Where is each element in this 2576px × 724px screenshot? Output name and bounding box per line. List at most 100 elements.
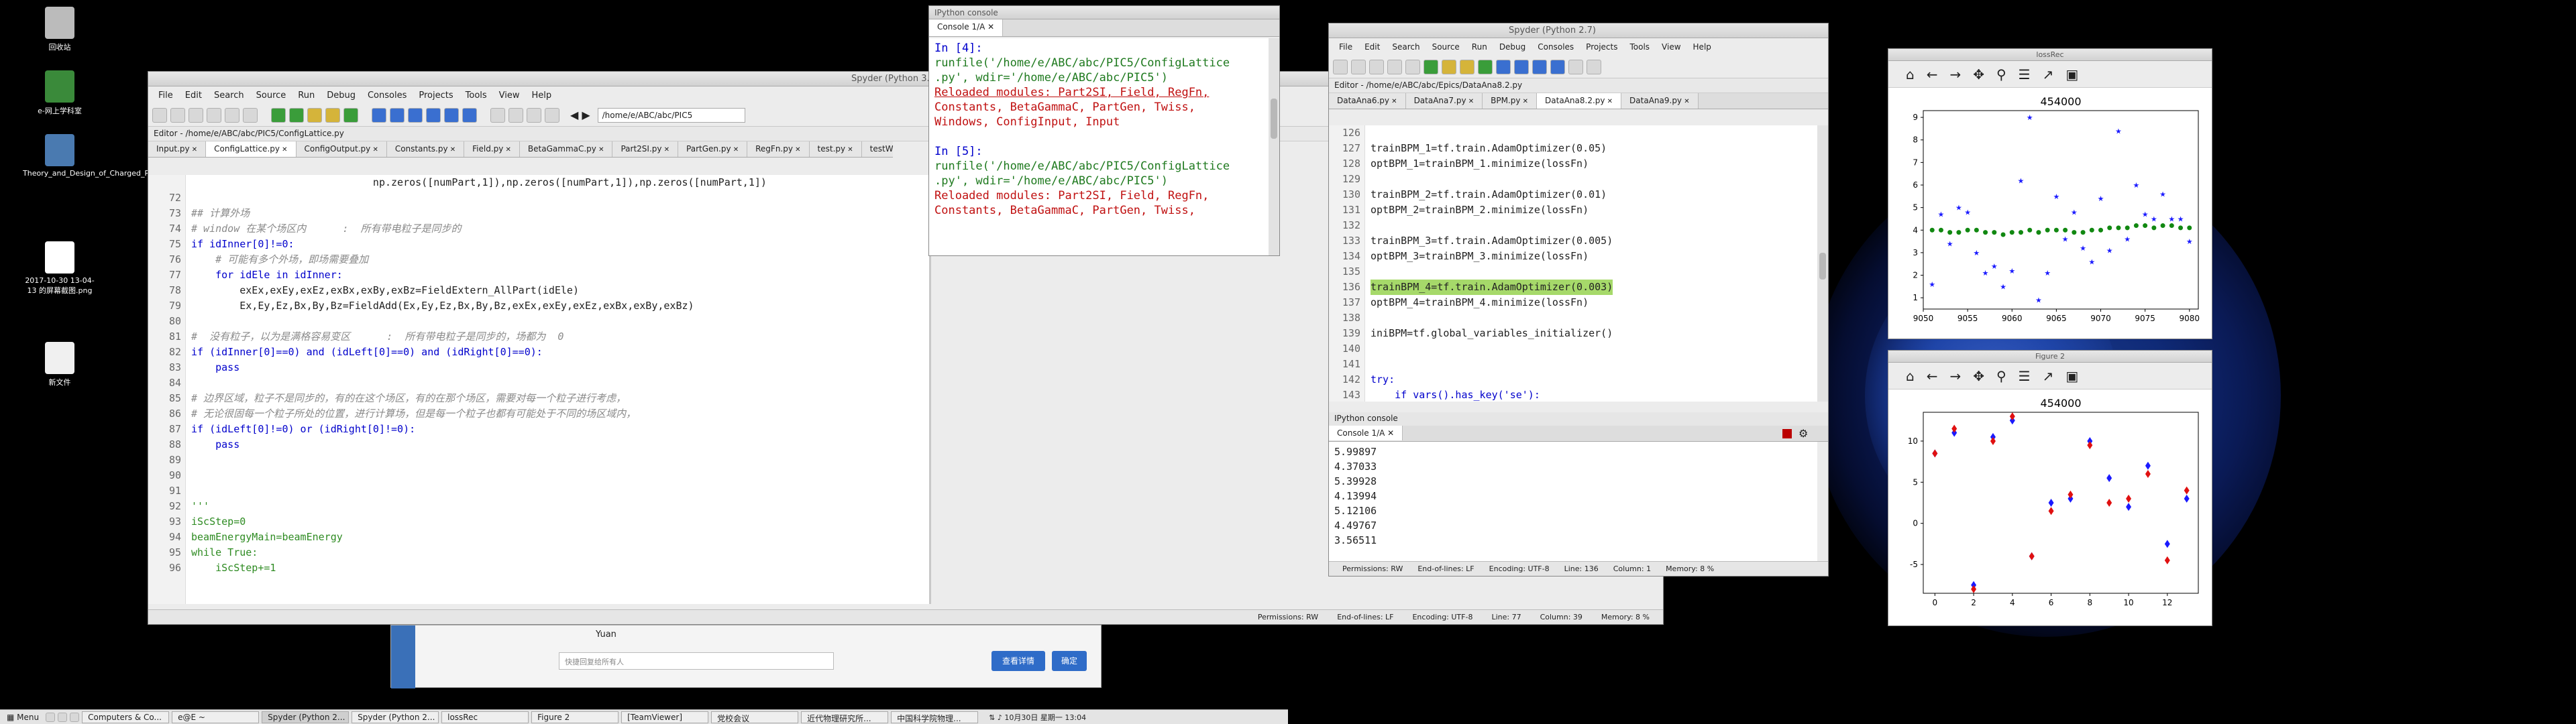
working-directory-field[interactable]: /home/e/ABC/abc/PIC5 <box>597 107 745 123</box>
stop-console-icon[interactable] <box>1782 429 1792 438</box>
menu-item[interactable]: Help <box>1687 42 1717 52</box>
menu-item[interactable]: Tools <box>1623 42 1656 52</box>
run-icon[interactable] <box>1424 59 1438 74</box>
editor-tab[interactable]: testWindow ✕ <box>861 141 893 157</box>
editor-tab[interactable]: BetaGammaC.py ✕ <box>519 141 613 157</box>
back-arrow-icon[interactable]: ← <box>1927 66 1938 82</box>
maximize-pane-icon[interactable] <box>1568 59 1583 74</box>
step-icon[interactable] <box>390 107 405 123</box>
taskbar-button[interactable]: Spyder (Python 2... <box>352 711 439 723</box>
console-tab[interactable]: Console 1/A ✕ <box>929 19 1004 36</box>
start-menu-button[interactable]: ▦ Menu <box>3 713 43 722</box>
pan-icon[interactable]: ✥ <box>1973 66 1984 82</box>
desktop-icon[interactable]: Theory_and_Design_of_Charged_Particle_[R… <box>23 134 254 178</box>
debug-icon[interactable] <box>372 107 386 123</box>
rerun-icon[interactable] <box>1478 59 1493 74</box>
menu-item[interactable]: Help <box>526 90 558 101</box>
menu-item[interactable]: View <box>493 90 526 101</box>
editor-tab[interactable]: Input.py ✕ <box>148 141 207 157</box>
step-icon[interactable] <box>1514 59 1529 74</box>
taskbar-button[interactable]: Figure 2 <box>531 711 619 723</box>
editor-tab[interactable]: test.py ✕ <box>809 141 862 157</box>
figure-titlebar[interactable]: lossRec <box>1888 49 2212 61</box>
new-file-icon[interactable] <box>152 107 167 123</box>
figure-window-figure2[interactable]: Figure 2 ⌂ ← → ✥ ⚲ ☰ ↗ ▣ 454000 0 2 4 6 8 10 12 -5 0 5 10 <box>1888 350 2212 626</box>
close-icon[interactable]: ✕ <box>190 146 197 154</box>
desktop-icon[interactable]: 新文件 <box>23 342 97 387</box>
step-into-icon[interactable] <box>408 107 423 123</box>
editor-tab[interactable]: Part2SI.py ✕ <box>612 141 679 157</box>
console-output[interactable]: 5.99897 4.37033 5.39928 4.13994 5.12106 4.497… <box>1329 442 1817 561</box>
stop-debug-icon[interactable] <box>462 107 477 123</box>
editor-tab[interactable]: ConfigOutput.py ✕ <box>296 141 387 157</box>
pan-icon[interactable]: ✥ <box>1973 368 1984 384</box>
close-icon[interactable]: ✕ <box>596 146 604 154</box>
menu-item[interactable]: File <box>152 90 179 101</box>
chat-popup[interactable]: Yuan 快捷回复给所有人 查看详情 确定 <box>390 625 1102 688</box>
code-editor[interactable]: 126 127 128 129 130 131 132 133 134 135 136 137 138 1… <box>1329 125 1817 402</box>
back-arrow-icon[interactable]: ← <box>1927 368 1938 384</box>
python-path-icon[interactable] <box>545 107 559 123</box>
new-file-icon[interactable] <box>1333 59 1348 74</box>
save-all-icon[interactable] <box>207 107 221 123</box>
menu-item[interactable]: Debug <box>321 90 362 101</box>
spyder-window-right[interactable]: Spyder (Python 2.7) File Edit Search Source… <box>1328 23 1829 577</box>
continue-icon[interactable] <box>444 107 459 123</box>
menu-item[interactable]: Source <box>250 90 292 101</box>
window-titlebar[interactable]: Spyder (Python 2.7) <box>1329 23 1828 38</box>
subplots-icon[interactable]: ☰ <box>2019 368 2031 384</box>
save-icon[interactable] <box>189 107 203 123</box>
taskbar-button[interactable]: 中国科学院物理... <box>891 711 979 723</box>
menu-item[interactable]: Edit <box>179 90 208 101</box>
close-icon[interactable]: ✕ <box>1389 98 1397 105</box>
close-icon[interactable]: ✕ <box>280 146 287 154</box>
close-icon[interactable]: ✕ <box>845 146 853 154</box>
editor-tab[interactable]: BPM.py ✕ <box>1483 93 1538 109</box>
edit-axes-icon[interactable]: ↗ <box>2043 66 2054 82</box>
continue-icon[interactable] <box>1532 59 1547 74</box>
editor-tab[interactable]: DataAna8.2.py ✕ <box>1537 93 1622 109</box>
run-icon[interactable] <box>271 107 286 123</box>
editor-tab[interactable]: DataAna7.py ✕ <box>1405 93 1483 109</box>
close-icon[interactable]: ✕ <box>448 146 455 154</box>
desktop-icon[interactable]: 2017-10-30 13-04-13 的屏幕截图.png <box>23 241 97 296</box>
show-desktop-icon[interactable] <box>46 712 56 722</box>
clock[interactable]: 10月30日 星期一 13:04 <box>1004 713 1086 722</box>
console-output[interactable]: In [4]: runfile('/home/e/ABC/abc/PIC5/Con… <box>929 38 1269 255</box>
taskbar-button[interactable]: 近代物理研究所... <box>801 711 889 723</box>
menu-item[interactable]: Tools <box>460 90 493 101</box>
close-icon[interactable]: ✕ <box>661 146 669 154</box>
email-icon[interactable] <box>243 107 258 123</box>
editor-tab[interactable]: Constants.py ✕ <box>386 141 465 157</box>
save-icon[interactable]: ▣ <box>2065 66 2078 82</box>
taskbar-button[interactable]: Spyder (Python 2... <box>262 711 350 723</box>
rerun-icon[interactable] <box>343 107 358 123</box>
menu-item[interactable]: Run <box>1466 42 1493 52</box>
save-all-icon[interactable] <box>1387 59 1402 74</box>
menu-item[interactable]: Debug <box>1493 42 1532 52</box>
code-editor[interactable]: 72 73 74 75 76 77 78 79 80 81 82 83 84 85 86 87 88 89 90 91… <box>148 175 929 604</box>
close-icon[interactable]: ✕ <box>1387 428 1394 438</box>
stop-debug-icon[interactable] <box>1550 59 1565 74</box>
taskbar-button[interactable]: 党校会议 <box>711 711 799 723</box>
zoom-icon[interactable]: ⚲ <box>1996 66 2006 82</box>
close-icon[interactable]: ✕ <box>1682 98 1689 105</box>
menu-item[interactable]: Source <box>1426 42 1466 52</box>
save-icon[interactable] <box>1369 59 1384 74</box>
home-icon[interactable]: ⌂ <box>1906 368 1915 384</box>
menu-item[interactable]: View <box>1656 42 1686 52</box>
open-file-icon[interactable] <box>1351 59 1366 74</box>
desktop-icon[interactable]: e-网上学科室 <box>23 70 97 116</box>
menu-item[interactable]: Projects <box>413 90 459 101</box>
console-tab[interactable]: Console 1/A ✕ <box>1329 426 1403 440</box>
run-cell-advance-icon[interactable] <box>325 107 340 123</box>
confirm-button[interactable]: 确定 <box>1052 651 1087 671</box>
forward-arrow-icon[interactable]: → <box>1949 66 1961 82</box>
run-cell-icon[interactable] <box>307 107 322 123</box>
fullscreen-icon[interactable] <box>508 107 523 123</box>
maximize-pane-icon[interactable] <box>490 107 505 123</box>
edit-axes-icon[interactable]: ↗ <box>2043 368 2054 384</box>
menu-item[interactable]: File <box>1333 42 1358 52</box>
menu-item[interactable]: Consoles <box>362 90 413 101</box>
editor-tab[interactable]: PartGen.py ✕ <box>678 141 748 157</box>
